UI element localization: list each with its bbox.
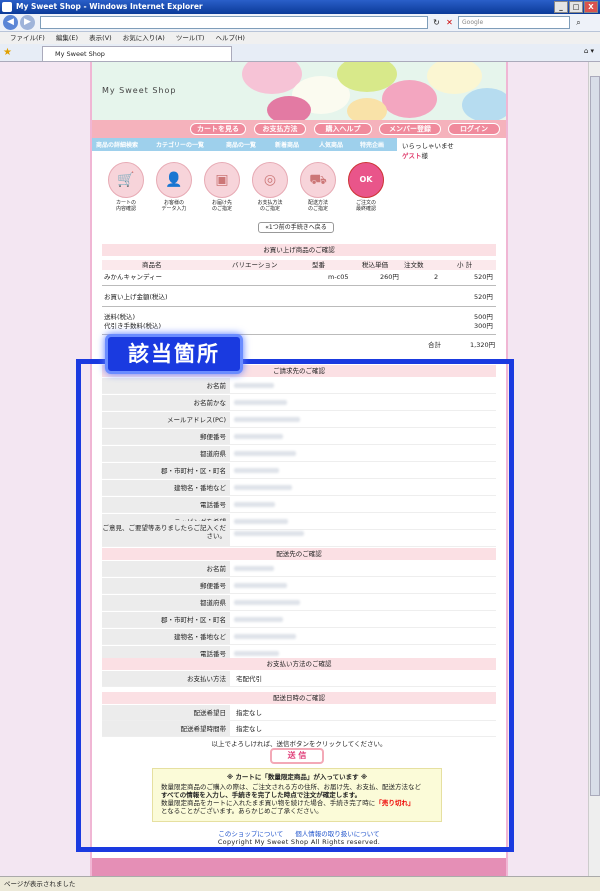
step-destination: ▣ お届け先 のご指定 [198,162,246,212]
order-table-header: 商品名 バリエーション 型番 税込単価 注文数 小 計 [102,260,496,270]
cod-fee-row: 代引き手数料(税込) 300円 [104,322,493,330]
menu-tools[interactable]: ツール(T) [176,34,205,42]
login-button[interactable]: ログイン [448,123,500,135]
cart-icon: 🛒 [108,162,144,198]
ok-icon: OK [348,162,384,198]
status-bar: ページが表示されました [0,876,600,891]
welcome-text: いらっしゃいませ [402,142,454,150]
menu-view[interactable]: 表示(V) [89,34,112,42]
purchase-help-button[interactable]: 購入ヘルプ [314,123,372,135]
person-icon: 👤 [156,162,192,198]
window-titlebar: My Sweet Shop - Windows Internet Explore… [0,0,600,14]
step-cart: 🛒 カートの 内容確認 [102,162,150,212]
welcome-box: いらっしゃいませ ゲスト様 [402,140,454,160]
cat-sale[interactable]: 特売企画 [360,140,384,149]
cat-popular[interactable]: 人気商品 [319,140,343,149]
cat-category-list[interactable]: カテゴリーの一覧 [156,140,204,149]
menu-bar: ファイル(F) 編集(E) 表示(V) お気に入り(A) ツール(T) ヘルプ(… [0,32,600,44]
window-title: My Sweet Shop - Windows Internet Explore… [16,2,203,11]
highlight-box [76,359,514,852]
highlight-label: 該当箇所 [105,334,243,374]
menu-file[interactable]: ファイル(F) [10,34,45,42]
truck-icon: ⛟ [300,162,336,198]
member-register-button[interactable]: メンバー登録 [379,123,441,135]
menu-edit[interactable]: 編集(E) [56,34,78,42]
favorites-star-icon[interactable]: ★ [3,47,12,58]
menu-help[interactable]: ヘルプ(H) [216,34,245,42]
step-shipping: ⛟ 配送方法 のご指定 [294,162,342,212]
gift-box-icon: ▣ [204,162,240,198]
close-button[interactable]: X [584,1,598,13]
step-final: OK ご注文の 最終確認 [342,162,390,212]
back-arrow-icon[interactable]: ◀ [3,15,18,30]
scrollbar-thumb[interactable] [590,76,600,796]
search-icon[interactable]: ⌕ [572,16,585,29]
tab-my-sweet-shop[interactable]: My Sweet Shop [42,46,232,61]
step-customer: 👤 お客様の データ入力 [150,162,198,212]
menu-favorites[interactable]: お気に入り(A) [123,34,165,42]
page-menu-icon[interactable]: ⌂ ▾ [584,47,594,55]
guest-name: ゲスト [402,152,422,160]
footer-bar [92,858,506,876]
cat-new-products[interactable]: 新着商品 [275,140,299,149]
category-bar: 商品の詳細検索 カテゴリーの一覧 商品の一覧 新着商品 人気商品 特売企画 [92,138,397,151]
stop-icon[interactable]: ✕ [443,16,456,29]
view-cart-button[interactable]: カートを見る [190,123,246,135]
table-row: みかんキャンディー m-c05 260円 2 520円 [104,273,493,281]
step-payment: ◎ お支払方法 のご指定 [246,162,294,212]
main-nav: カートを見る お支払方法 購入ヘルプ メンバー登録 ログイン [92,120,506,138]
page-viewport: My Sweet Shop カートを見る お支払方法 購入ヘルプ メンバー登録 … [0,62,588,876]
url-input[interactable] [40,16,428,29]
ie-icon [2,2,12,12]
cat-detail-search[interactable]: 商品の詳細検索 [96,140,138,149]
back-step-button[interactable]: «1つ前の手続きへ戻る [258,222,334,233]
search-input[interactable]: Google [458,16,570,29]
vertical-scrollbar[interactable] [588,62,600,876]
order-total-row: お買い上げ金額(税込) 520円 [104,293,493,301]
address-bar: ◀ ▶ ↻ ✕ Google ⌕ [0,14,600,32]
tab-bar: ★ My Sweet Shop ⌂ ▾ [0,44,600,62]
forward-arrow-icon[interactable]: ▶ [20,15,35,30]
maximize-button[interactable]: □ [569,1,583,13]
payment-method-button[interactable]: お支払方法 [254,123,306,135]
order-heading: お買い上げ商品のご確認 [102,244,496,256]
refresh-icon[interactable]: ↻ [430,16,443,29]
minimize-button[interactable]: _ [554,1,568,13]
shop-name: My Sweet Shop [102,86,177,95]
purse-icon: ◎ [252,162,288,198]
shop-header: My Sweet Shop [92,62,506,120]
checkout-steps: 🛒 カートの 内容確認 👤 お客様の データ入力 ▣ お届け先 のご指定 ◎ お支払方法 のご指… [102,162,392,216]
cat-product-list[interactable]: 商品の一覧 [226,140,256,149]
guest-suffix: 様 [421,152,429,160]
